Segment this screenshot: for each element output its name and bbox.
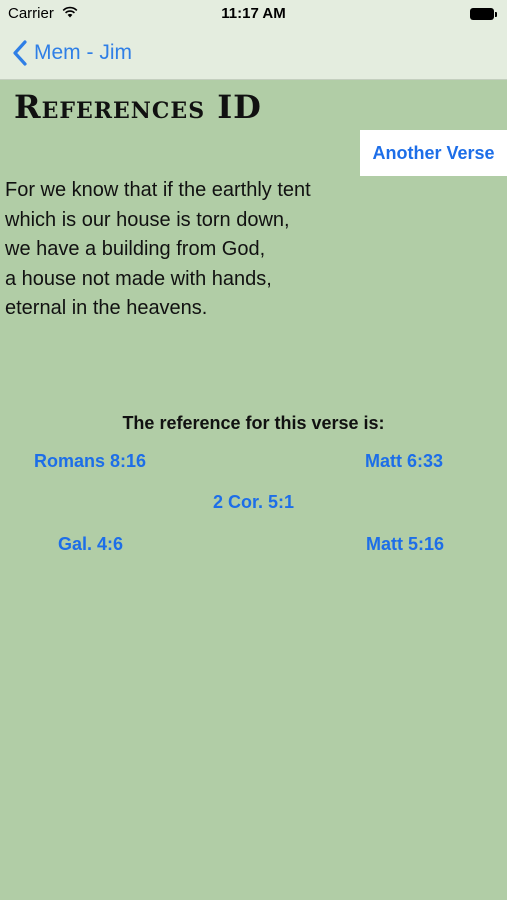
- status-time: 11:17 AM: [221, 5, 286, 22]
- another-verse-button[interactable]: Another Verse: [360, 130, 507, 176]
- back-button[interactable]: Mem - Jim: [12, 38, 132, 68]
- verse-line: eternal in the heavens.: [5, 297, 208, 319]
- verse-line: which is our house is torn down,: [5, 208, 290, 231]
- back-label: Mem - Jim: [34, 41, 132, 64]
- verse-line: For we know that if the earthly tent: [5, 179, 311, 201]
- reference-option-button[interactable]: Matt 5:16: [366, 534, 444, 555]
- reference-option-button[interactable]: 2 Cor. 5:1: [0, 492, 507, 513]
- battery-icon: [470, 8, 497, 20]
- page-title: References ID: [14, 88, 262, 126]
- reference-option-button[interactable]: Gal. 4:6: [58, 534, 123, 555]
- navigation-bar: Mem - Jim: [0, 28, 507, 80]
- verse-line: a house not made with hands,: [5, 267, 272, 290]
- chevron-left-icon: [13, 40, 27, 66]
- verse-line: we have a building from God,: [5, 238, 266, 260]
- reference-option-button[interactable]: Romans 8:16: [34, 451, 146, 472]
- reference-prompt: The reference for this verse is:: [122, 413, 385, 433]
- reference-option-button[interactable]: Matt 6:33: [365, 451, 443, 472]
- verse-text: For we know that if the earthly tent whi…: [5, 176, 365, 324]
- status-bar: Carrier 11:17 AM: [0, 0, 507, 28]
